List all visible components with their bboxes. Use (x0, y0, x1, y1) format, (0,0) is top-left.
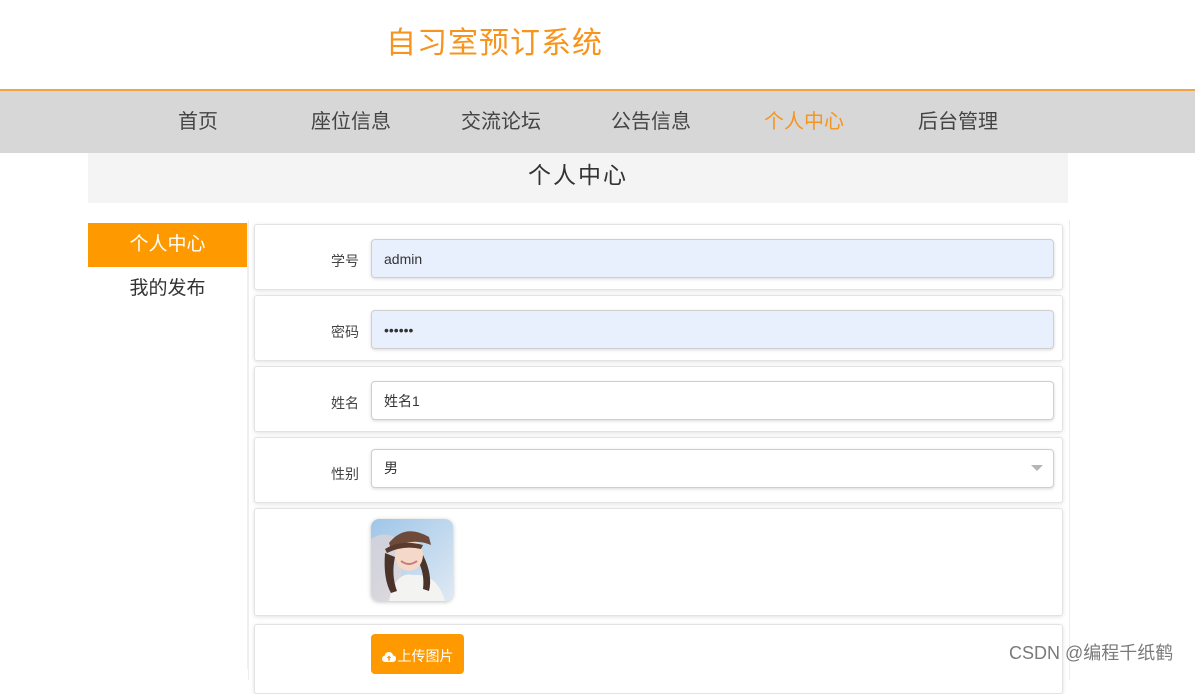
form-row-password: 密码 (254, 295, 1063, 361)
main-nav: 首页 座位信息 交流论坛 公告信息 个人中心 后台管理 (0, 89, 1195, 153)
form-row-student-id: 学号 (254, 224, 1063, 290)
cloud-upload-icon (381, 652, 396, 662)
upload-image-label: 上传图片 (397, 648, 454, 664)
nav-item-seat-info[interactable]: 座位信息 (311, 91, 391, 153)
site-title: 自习室预订系统 (386, 27, 603, 60)
form-row-avatar (254, 508, 1063, 616)
section-header: 个人中心 (88, 153, 1068, 203)
chevron-down-icon (1031, 465, 1043, 471)
avatar-image (371, 519, 453, 601)
nav-item-forum[interactable]: 交流论坛 (461, 91, 541, 153)
name-label: 姓名 (331, 395, 359, 411)
csdn-watermark: CSDN @编程千纸鹤 (1009, 643, 1174, 663)
student-id-label: 学号 (331, 253, 359, 269)
form-row-upload: 上传图片 (254, 624, 1063, 694)
student-id-input[interactable] (371, 239, 1054, 278)
password-label: 密码 (331, 324, 359, 340)
profile-form: 学号 密码 姓名 性别 男 (248, 220, 1070, 694)
side-item-personal-center[interactable]: 个人中心 (88, 223, 247, 267)
upload-image-button[interactable]: 上传图片 (371, 634, 464, 674)
side-menu: 个人中心 我的发布 (88, 223, 248, 669)
section-title: 个人中心 (528, 162, 628, 188)
gender-label: 性别 (331, 466, 359, 482)
password-input[interactable] (371, 310, 1054, 349)
nav-item-home[interactable]: 首页 (178, 91, 218, 153)
site-header: 自习室预订系统 (0, 0, 1195, 89)
gender-select-value: 男 (384, 460, 398, 476)
form-row-gender: 性别 男 (254, 437, 1063, 503)
gender-select[interactable]: 男 (371, 449, 1054, 488)
name-input[interactable] (371, 381, 1054, 420)
form-row-name: 姓名 (254, 366, 1063, 432)
side-item-my-posts[interactable]: 我的发布 (88, 267, 247, 311)
nav-item-announcements[interactable]: 公告信息 (611, 91, 691, 153)
nav-item-personal-center[interactable]: 个人中心 (764, 91, 844, 153)
nav-item-admin[interactable]: 后台管理 (918, 91, 998, 153)
